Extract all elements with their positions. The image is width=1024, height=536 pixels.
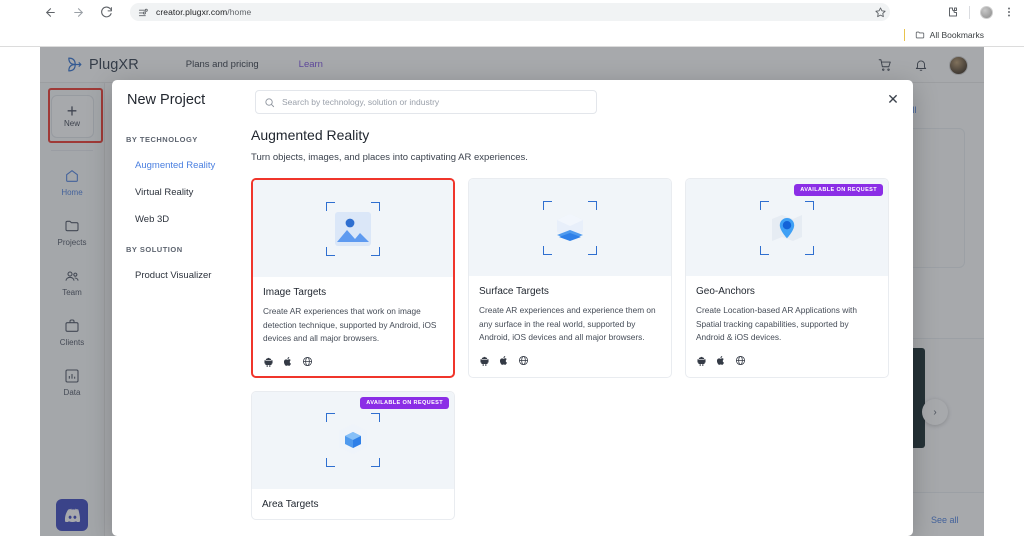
modal-nav-augmented-reality[interactable]: Augmented Reality [126, 160, 247, 171]
forward-arrow-icon[interactable] [64, 0, 92, 24]
new-project-modal: New Project ✕ BY TECHNOLOGY Augmented Re… [112, 80, 913, 536]
card-body: Surface Targets Create AR experiences an… [469, 276, 671, 375]
card-title: Area Targets [262, 499, 444, 510]
card-hero: AVAILABLE ON REQUEST [686, 179, 888, 276]
card-description: Create Location-based AR Applications wi… [696, 304, 878, 345]
search-box[interactable] [255, 90, 597, 114]
section-title: Augmented Reality [251, 127, 913, 143]
android-icon [479, 355, 490, 366]
card-hero: AVAILABLE ON REQUEST [252, 392, 454, 489]
card-image-targets[interactable]: Image Targets Create AR experiences that… [251, 178, 455, 378]
search-icon [264, 97, 275, 108]
modal-body: BY TECHNOLOGY Augmented Reality Virtual … [112, 127, 913, 536]
platform-icons [479, 355, 661, 366]
platform-icons [263, 356, 443, 367]
card-description: Create AR experiences and experience the… [479, 304, 661, 345]
android-icon [263, 356, 274, 367]
platform-icons [696, 355, 878, 366]
screenshot-root: creator.plugxr.com/home All Bookmarks [0, 0, 1024, 536]
reload-icon[interactable] [92, 0, 120, 24]
url-text: creator.plugxr.com/home [156, 7, 251, 17]
modal-title: New Project [127, 92, 205, 108]
card-body: Area Targets [252, 489, 454, 519]
apple-icon [283, 356, 293, 367]
site-settings-icon[interactable] [138, 7, 149, 18]
address-bar[interactable]: creator.plugxr.com/home [130, 3, 890, 21]
android-icon [696, 355, 707, 366]
modal-nav-web-3d[interactable]: Web 3D [126, 214, 247, 225]
all-bookmarks-label: All Bookmarks [930, 30, 984, 40]
card-geo-anchors[interactable]: AVAILABLE ON REQUEST G [685, 178, 889, 378]
three-dot-menu-icon[interactable] [1002, 5, 1016, 19]
search-input[interactable] [282, 97, 588, 107]
card-surface-targets[interactable]: Surface Targets Create AR experiences an… [468, 178, 672, 378]
card-description: Create AR experiences that work on image… [263, 305, 443, 346]
web-globe-icon [302, 356, 313, 367]
close-icon[interactable]: ✕ [885, 91, 901, 107]
image-target-icon [326, 202, 380, 256]
status-badge: AVAILABLE ON REQUEST [794, 184, 883, 196]
geo-anchor-pin-icon [760, 201, 814, 255]
modal-nav-product-visualizer[interactable]: Product Visualizer [126, 270, 247, 281]
card-title: Surface Targets [479, 286, 661, 297]
chrome-right-actions [946, 0, 1016, 24]
modal-header: New Project ✕ [112, 80, 913, 127]
modal-main: Augmented Reality Turn objects, images, … [247, 127, 913, 536]
card-title: Image Targets [263, 287, 443, 298]
folder-icon [915, 30, 925, 40]
nav-group-technology: BY TECHNOLOGY Augmented Reality Virtual … [126, 135, 247, 225]
extensions-puzzle-icon[interactable] [946, 5, 960, 19]
bookmarks-bar: All Bookmarks [0, 24, 1024, 46]
modal-sidebar: BY TECHNOLOGY Augmented Reality Virtual … [112, 127, 247, 536]
profile-avatar-icon[interactable] [979, 5, 993, 19]
bookmarks-divider [904, 29, 905, 41]
web-globe-icon [735, 355, 746, 366]
apple-icon [499, 355, 509, 366]
card-title: Geo-Anchors [696, 286, 878, 297]
web-globe-icon [518, 355, 529, 366]
apple-icon [716, 355, 726, 366]
nav-heading-by-solution: BY SOLUTION [126, 245, 247, 254]
card-hero [253, 180, 453, 277]
project-type-grid: Image Targets Create AR experiences that… [251, 178, 889, 520]
section-subtitle: Turn objects, images, and places into ca… [251, 152, 913, 163]
card-area-targets[interactable]: AVAILABLE ON REQUEST [251, 391, 455, 520]
modal-nav-virtual-reality[interactable]: Virtual Reality [126, 187, 247, 198]
toolbar-divider [969, 6, 970, 19]
all-bookmarks-button[interactable]: All Bookmarks [915, 30, 984, 40]
bookmark-star-icon[interactable] [866, 0, 894, 24]
area-target-cube-icon [326, 413, 380, 467]
card-body: Image Targets Create AR experiences that… [253, 277, 453, 376]
card-body: Geo-Anchors Create Location-based AR App… [686, 276, 888, 375]
nav-group-solution: BY SOLUTION Product Visualizer [126, 245, 247, 281]
browser-toolbar: creator.plugxr.com/home [0, 0, 1024, 24]
card-hero [469, 179, 671, 276]
status-badge: AVAILABLE ON REQUEST [360, 397, 449, 409]
nav-heading-by-technology: BY TECHNOLOGY [126, 135, 247, 144]
back-arrow-icon[interactable] [36, 0, 64, 24]
surface-target-icon [543, 201, 597, 255]
